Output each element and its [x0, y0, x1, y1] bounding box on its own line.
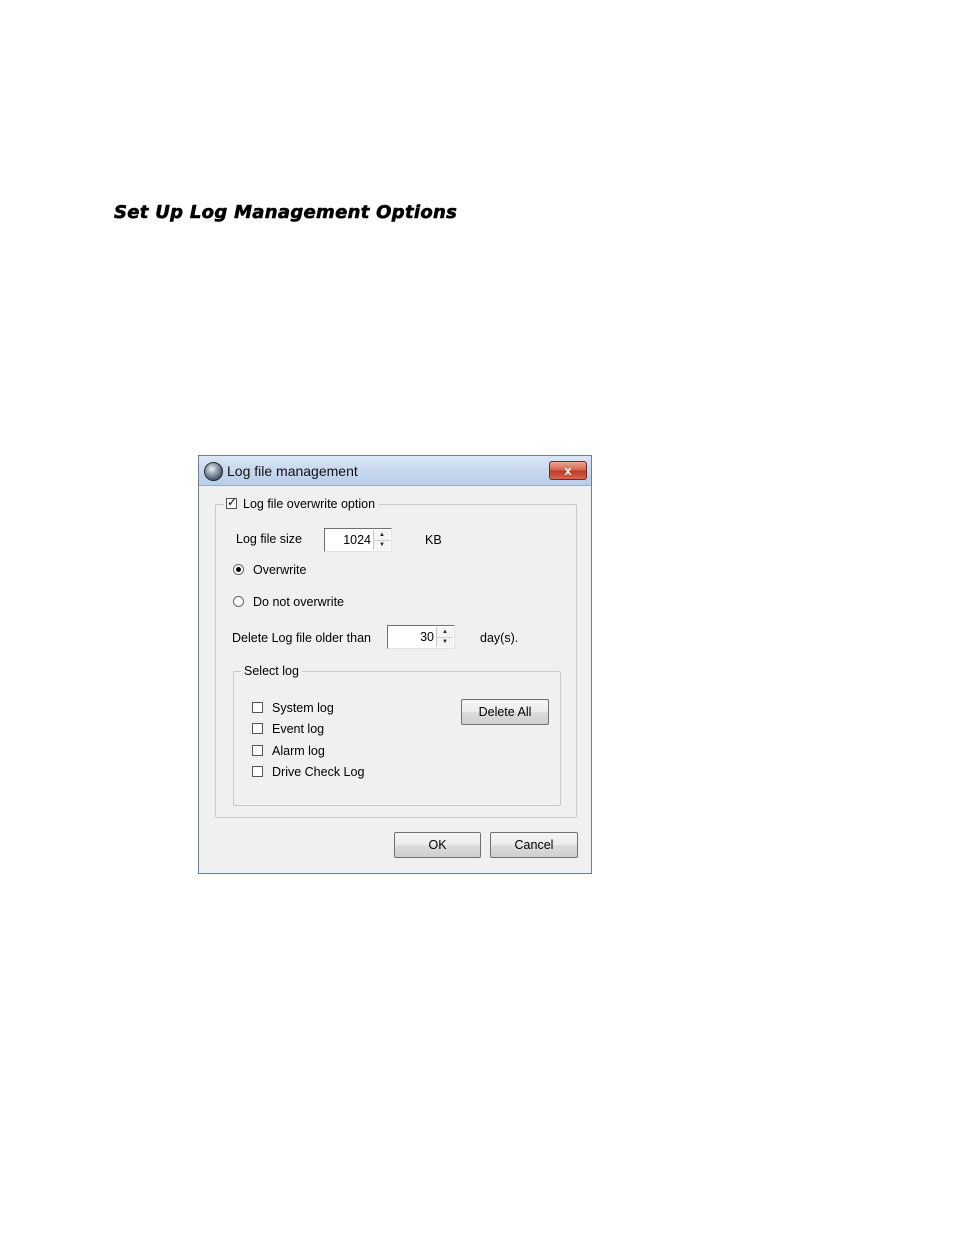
app-globe-icon — [204, 462, 223, 481]
delete-older-stepper: ▲ ▼ — [436, 627, 453, 647]
section-heading: Set Up Log Management Options — [114, 202, 458, 224]
log-file-management-dialog: Log file management x ✓ Log file overwri… — [198, 455, 592, 874]
log-file-size-stepper: ▲ ▼ — [373, 530, 390, 550]
alarm-log-label[interactable]: Alarm log — [272, 744, 325, 758]
ok-button[interactable]: OK — [394, 832, 481, 858]
overwrite-radio-label[interactable]: Overwrite — [253, 563, 306, 577]
delete-older-unit: day(s). — [480, 631, 519, 645]
drive-check-log-checkbox[interactable] — [252, 766, 263, 777]
radio-selected-dot — [236, 567, 241, 572]
do-not-overwrite-radio[interactable] — [233, 596, 244, 607]
close-icon: x — [564, 463, 572, 478]
title-bar[interactable]: Log file management x — [199, 456, 591, 486]
close-button[interactable]: x — [549, 461, 587, 480]
log-file-size-label: Log file size — [236, 532, 303, 546]
overwrite-radio[interactable] — [233, 564, 244, 575]
select-log-legend: Select log — [241, 664, 302, 678]
cancel-button[interactable]: Cancel — [490, 832, 578, 858]
log-file-size-spinner[interactable]: 1024 ▲ ▼ — [324, 528, 392, 552]
checkmark-icon: ✓ — [227, 495, 238, 509]
dialog-title: Log file management — [227, 463, 358, 479]
delete-older-spinner[interactable]: 30 ▲ ▼ — [387, 625, 455, 649]
drive-check-log-label[interactable]: Drive Check Log — [272, 765, 364, 779]
log-file-size-value[interactable]: 1024 — [343, 533, 371, 547]
system-log-checkbox[interactable] — [252, 702, 263, 713]
delete-older-value[interactable]: 30 — [420, 630, 434, 644]
delete-older-label: Delete Log file older than — [232, 631, 371, 645]
overwrite-option-legend: ✓ Log file overwrite option — [224, 495, 380, 511]
overwrite-option-checkbox[interactable]: ✓ — [226, 495, 238, 509]
select-log-group — [233, 671, 561, 806]
event-log-checkbox[interactable] — [252, 723, 263, 734]
delete-all-button[interactable]: Delete All — [461, 699, 549, 725]
system-log-label[interactable]: System log — [272, 701, 334, 715]
event-log-label[interactable]: Event log — [272, 722, 324, 736]
spin-down-icon[interactable]: ▼ — [374, 540, 390, 550]
alarm-log-checkbox[interactable] — [252, 745, 263, 756]
spin-down-icon[interactable]: ▼ — [437, 637, 453, 647]
do-not-overwrite-radio-label[interactable]: Do not overwrite — [253, 595, 344, 609]
overwrite-option-label: Log file overwrite option — [243, 497, 376, 511]
log-file-size-unit: KB — [425, 533, 442, 547]
